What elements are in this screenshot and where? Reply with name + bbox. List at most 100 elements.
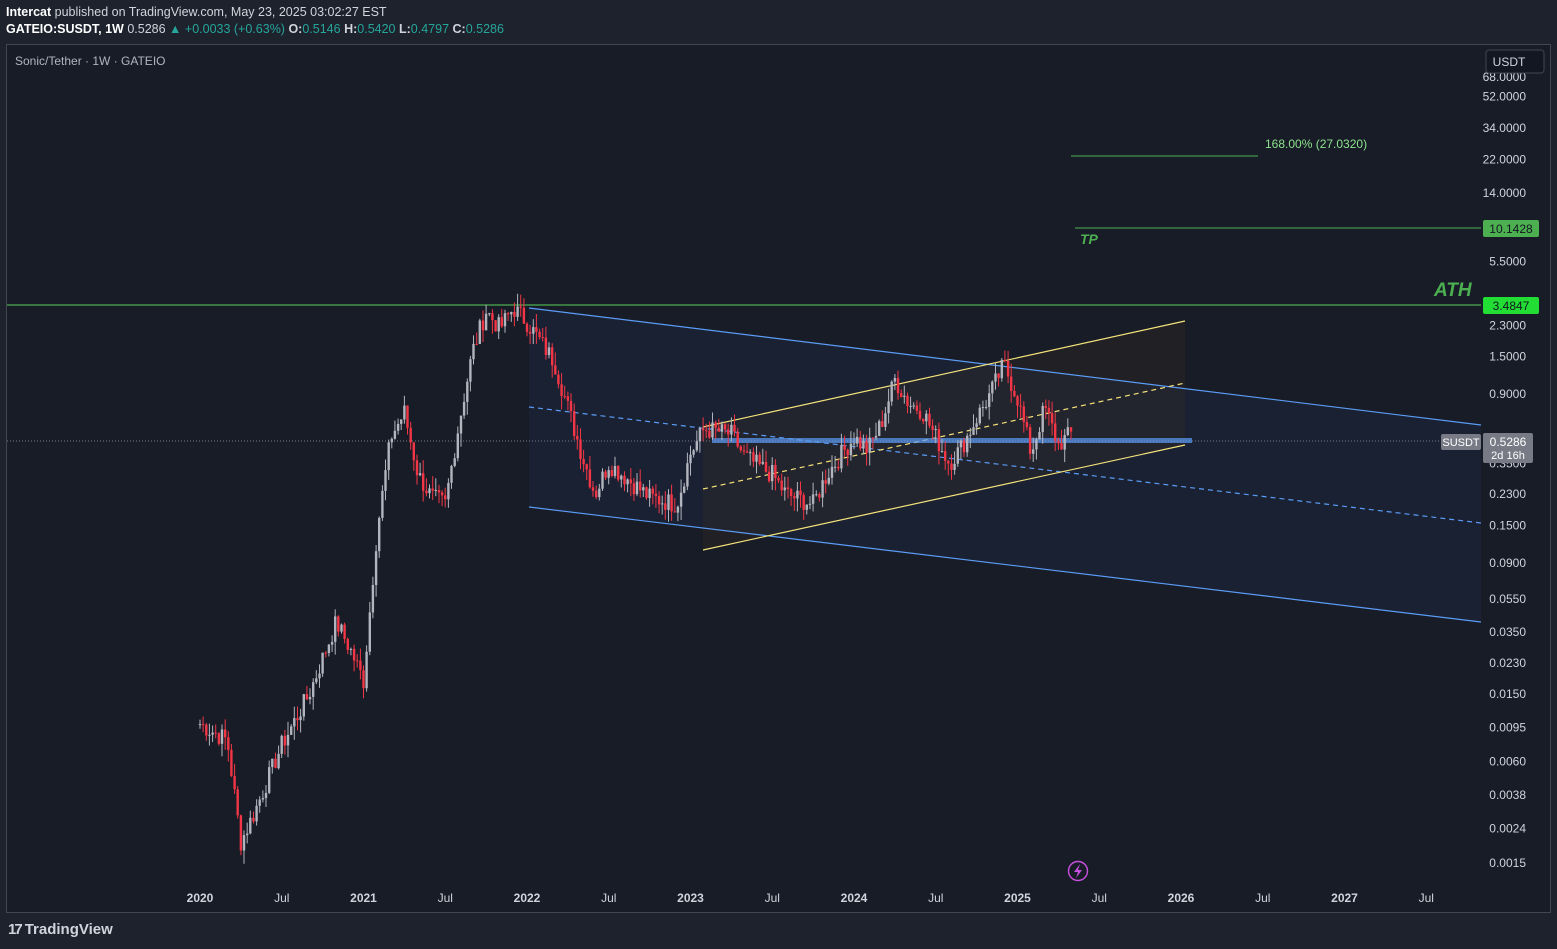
price-tick-2: 34.0000 [1483,121,1527,135]
price-tick-15: 0.0550 [1489,592,1526,606]
candle-body [997,373,1000,379]
candle-body [909,405,912,407]
candle-body [318,673,321,679]
candle-body [400,419,403,424]
candle-body [1022,406,1025,422]
candle-body [516,306,519,317]
candle-body [554,365,557,375]
time-tick-12: 2026 [1168,891,1195,905]
candle-body [327,644,331,653]
candle-body [962,440,966,453]
candle-body [277,753,280,769]
candle-body [708,430,711,438]
candle-body [689,454,692,464]
candle-body [912,405,915,407]
candle-body [469,359,472,382]
candle-body [1041,406,1044,432]
candle-body [576,436,579,440]
price-axis[interactable]: 68.000052.000034.000022.000014.00009.000… [1483,70,1527,870]
candle-body [733,424,736,432]
time-axis[interactable]: 2020 Jul 2021 Jul 2022 Jul 2023 Jul 2024 Jul 2025 J… [187,891,1434,905]
price-tick-8: 1.5000 [1489,350,1526,364]
candle-body [972,427,975,435]
candle-body [280,735,283,754]
candle-body [893,378,897,382]
candle-body [563,396,566,398]
candle-body [506,313,510,315]
candle-body [607,470,610,478]
candle-body [818,494,821,498]
price-chart[interactable]: Sonic/Tether · 1W · GATEIO ATH TP 168.00… [0,0,1557,914]
candle-body [573,411,576,436]
candle-body [500,317,503,327]
candle-body [437,490,441,493]
candle-body [821,480,824,498]
candle-body [1013,391,1016,397]
candle-body [730,424,733,435]
candle-body [312,682,315,697]
candle-body [981,407,985,409]
candle-body [252,817,255,822]
price-tick-9: 0.9000 [1489,387,1526,401]
price-tick-4: 14.0000 [1483,186,1527,200]
candle-body [777,478,780,481]
candle-body [620,475,623,480]
candle-body [510,312,513,315]
time-tick-1: Jul [274,891,289,905]
candle-body [293,718,296,727]
candle-body [418,473,422,476]
support-zone[interactable] [712,438,1192,443]
candle-body [525,323,529,332]
candle-body [205,724,208,736]
candle-body [217,733,221,744]
price-tick-22: 0.0024 [1489,822,1526,836]
tradingview-logo[interactable]: 17 TradingView [8,921,113,938]
candle-body [371,585,375,613]
price-tick-7: 2.3000 [1489,318,1526,332]
time-tick-5: Jul [601,891,616,905]
candle-body [214,732,217,734]
candle-body [239,815,243,851]
candle-body [623,475,626,485]
candle-body [462,401,466,416]
candle-body [494,320,497,332]
lightning-icon[interactable] [1067,860,1089,882]
candle-body [711,422,714,438]
candle-body [994,373,997,382]
candle-body [774,465,777,478]
candle-body [220,729,224,744]
ath-label: ATH [1433,280,1473,301]
candle-body [840,445,843,469]
candle-body [1047,407,1051,414]
candle-body [444,495,447,500]
candle-body [626,479,629,485]
candle-body [767,471,771,482]
candle-body [698,428,702,442]
candle-body [324,652,327,654]
candle-body [878,421,881,436]
candle-body [447,482,450,500]
candle-body [425,490,428,494]
candle-body [1063,435,1066,450]
candle-body [1010,376,1013,391]
candle-body [246,833,249,836]
candle-body [557,374,560,385]
candle-body [1069,427,1073,432]
candle-body [635,481,639,495]
candle-body [224,729,227,738]
time-tick-6: 2023 [677,891,704,905]
candle-body [268,767,271,793]
candle-body [415,460,419,476]
candle-body [1019,405,1022,407]
candle-body [664,503,667,510]
candle-body [403,405,406,420]
candle-body [456,433,459,459]
candle-body [384,470,387,491]
time-tick-0: 2020 [187,891,214,905]
candle-body [588,469,592,488]
candle-body [953,463,956,470]
candle-body [874,435,878,438]
candle-body [227,737,230,750]
candle-body [988,393,991,407]
candle-body [302,694,305,717]
